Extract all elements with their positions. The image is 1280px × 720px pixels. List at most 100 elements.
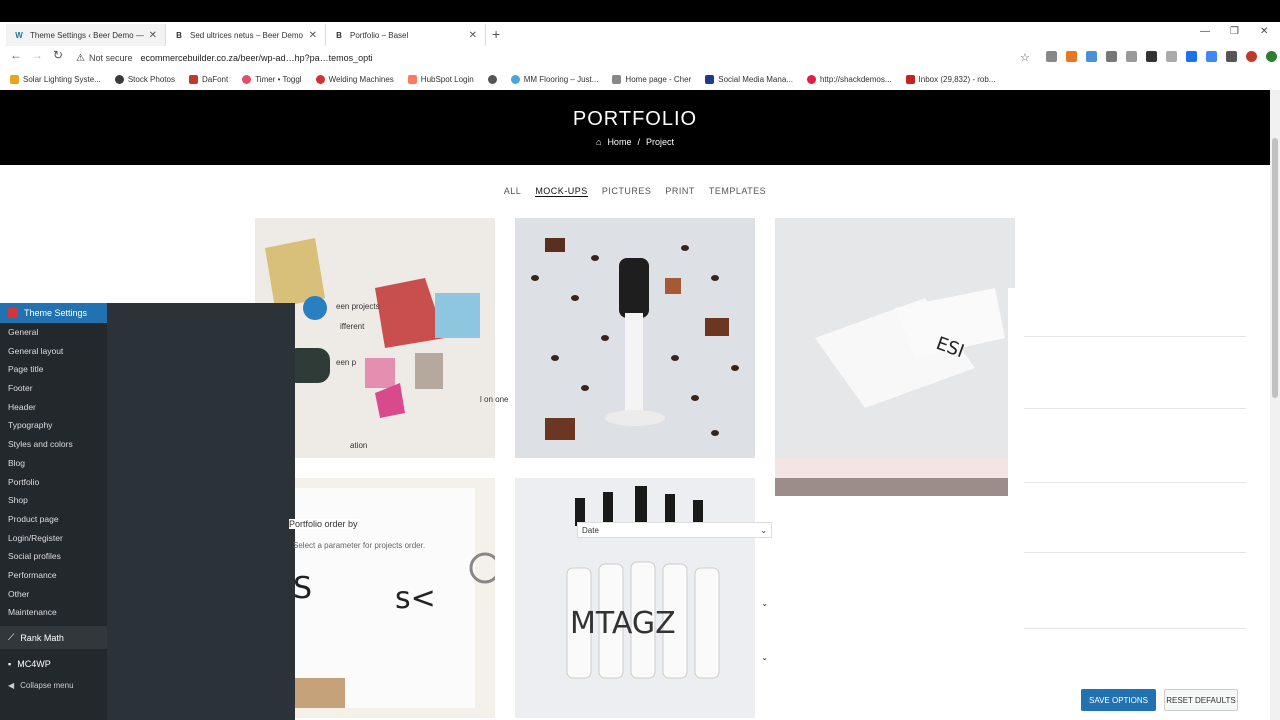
- menu-performance[interactable]: Performance: [0, 566, 107, 585]
- bookmark-icon: [510, 74, 520, 84]
- menu-header[interactable]: Header: [0, 398, 107, 417]
- bookmark[interactable]: http://shackdemos...: [806, 74, 892, 84]
- puzzle-icon[interactable]: [1226, 51, 1237, 62]
- portfolio-order-select[interactable]: Date ⌄: [577, 522, 772, 538]
- tab-title: Theme Settings ‹ Beer Demo —: [30, 30, 144, 40]
- extension-icon[interactable]: [1146, 51, 1157, 62]
- bookmark-star-icon[interactable]: ☆: [1020, 51, 1030, 64]
- bookmark[interactable]: MM Flooring – Just...: [510, 74, 598, 84]
- save-options-button[interactable]: SAVE OPTIONS: [1081, 689, 1156, 711]
- minimize-icon[interactable]: —: [1200, 26, 1210, 37]
- close-window-icon[interactable]: ✕: [1260, 26, 1268, 37]
- bookmark[interactable]: HubSpot Login: [407, 74, 474, 84]
- menu-portfolio[interactable]: Portfolio: [0, 473, 107, 492]
- svg-text:s<: s<: [395, 581, 436, 616]
- page-viewport: PORTFOLIO ⌂ Home / Project ALL MOCK-UPS …: [0, 90, 1280, 720]
- close-tab-icon[interactable]: ✕: [149, 30, 157, 41]
- filter-print[interactable]: PRINT: [665, 186, 695, 197]
- filter-pictures[interactable]: PICTURES: [602, 186, 652, 197]
- menu-blog[interactable]: Blog: [0, 454, 107, 473]
- menu-general-layout[interactable]: General layout: [0, 342, 107, 361]
- menu-product-page[interactable]: Product page: [0, 510, 107, 529]
- extension-icon[interactable]: [1186, 51, 1197, 62]
- page-icon: [612, 74, 622, 84]
- chevron-down-icon: ⌄: [761, 598, 768, 608]
- reload-icon[interactable]: ↻: [53, 48, 63, 62]
- menu-page-title[interactable]: Page title: [0, 360, 107, 379]
- portfolio-order-label: Portfolio order by: [289, 519, 358, 529]
- menu-maintenance[interactable]: Maintenance: [0, 603, 107, 622]
- settings-divider: [1024, 408, 1246, 409]
- security-label: Not secure: [88, 53, 133, 63]
- tab-beer-demo[interactable]: B Sed ultrices netus – Beer Demo ✕: [166, 24, 326, 46]
- gmail-icon: [905, 74, 915, 84]
- forward-icon[interactable]: →: [31, 48, 43, 62]
- close-tab-icon[interactable]: ✕: [469, 30, 477, 41]
- menu-mc4wp[interactable]: ▪ MC4WP: [0, 653, 107, 675]
- order-direction-select[interactable]: ⌄: [700, 595, 772, 611]
- filter-mock-ups[interactable]: MOCK-UPS: [535, 186, 588, 197]
- portfolio-item-coffee[interactable]: [515, 218, 755, 458]
- update-icon[interactable]: [1266, 51, 1277, 62]
- url-field[interactable]: ⚠ Not secure ecommercebuilder.co.za/beer…: [76, 49, 1036, 67]
- menu-footer[interactable]: Footer: [0, 379, 107, 398]
- avatar[interactable]: [1246, 51, 1257, 62]
- bookmark[interactable]: DaFont: [188, 74, 228, 84]
- extension-icon[interactable]: [1206, 51, 1217, 62]
- menu-other[interactable]: Other: [0, 585, 107, 604]
- bookmark[interactable]: Timer • Toggl: [242, 74, 302, 84]
- settings-divider: [1024, 482, 1246, 483]
- menu-rank-math[interactable]: ⟋ Rank Math: [0, 626, 107, 649]
- bookmark[interactable]: Welding Machines: [315, 74, 394, 84]
- maximize-icon[interactable]: ❐: [1230, 26, 1239, 37]
- page-title: PORTFOLIO: [572, 108, 698, 130]
- menu-general[interactable]: General: [0, 323, 107, 342]
- extension-icon[interactable]: [1086, 51, 1097, 62]
- collapse-menu[interactable]: ◀ Collapse menu: [0, 675, 107, 696]
- bookmark[interactable]: Home page - Cher: [612, 74, 691, 84]
- bookmark[interactable]: Inbox (29,832) - rob...: [905, 74, 995, 84]
- close-tab-icon[interactable]: ✕: [309, 30, 317, 41]
- svg-text:S: S: [293, 571, 312, 606]
- window-titlebar: [0, 0, 1280, 22]
- bookmark[interactable]: Stock Photos: [114, 74, 175, 84]
- filter-all[interactable]: ALL: [504, 186, 522, 197]
- menu-shop[interactable]: Shop: [0, 491, 107, 510]
- menu-social-profiles[interactable]: Social profiles: [0, 547, 107, 566]
- basel-icon: B: [336, 30, 342, 40]
- overlay-text: een p: [336, 358, 357, 367]
- portfolio-item-cards[interactable]: ESI: [775, 218, 1015, 496]
- reset-defaults-button[interactable]: RESET DEFAULTS: [1164, 689, 1238, 711]
- extension-icon[interactable]: [1166, 51, 1177, 62]
- scrollbar-thumb[interactable]: [1272, 138, 1278, 398]
- tab-theme-settings[interactable]: W Theme Settings ‹ Beer Demo — ✕: [6, 24, 166, 46]
- overlay-text: ation: [350, 441, 368, 450]
- bookmark[interactable]: Solar Lighting Syste...: [10, 74, 101, 84]
- extension-icon[interactable]: [1126, 51, 1137, 62]
- menu-login-register[interactable]: Login/Register: [0, 529, 107, 548]
- home-icon: ⌂: [596, 137, 602, 147]
- mc4wp-icon: ▪: [8, 659, 12, 669]
- filter-templates[interactable]: TEMPLATES: [709, 186, 766, 197]
- back-icon[interactable]: ←: [10, 48, 22, 62]
- menu-typography[interactable]: Typography: [0, 416, 107, 435]
- portfolio-style-select[interactable]: ⌄: [700, 649, 772, 665]
- extension-icon[interactable]: [1066, 51, 1077, 62]
- settings-divider: [1024, 628, 1246, 629]
- camera-icon[interactable]: [1046, 51, 1057, 62]
- bookmark-icon: [242, 74, 252, 84]
- theme-settings-menu[interactable]: Theme Settings: [0, 303, 107, 323]
- pin-icon[interactable]: [1106, 51, 1117, 62]
- breadcrumb-separator: /: [637, 137, 640, 147]
- tab-portfolio-basel[interactable]: B Portfolio – Basel ✕: [326, 24, 486, 46]
- bookmark[interactable]: [487, 74, 497, 84]
- overlay-text: een projects: [336, 302, 380, 311]
- menu-styles-colors[interactable]: Styles and colors: [0, 435, 107, 454]
- extension-icons: [1046, 51, 1277, 62]
- portfolio-filters: ALL MOCK-UPS PICTURES PRINT TEMPLATES: [0, 186, 1270, 197]
- bookmark[interactable]: Social Media Mana...: [705, 74, 793, 84]
- settings-divider: [1024, 336, 1246, 337]
- breadcrumb-home[interactable]: Home: [607, 137, 631, 147]
- new-tab-icon[interactable]: +: [492, 26, 500, 42]
- hubspot-icon: [407, 74, 417, 84]
